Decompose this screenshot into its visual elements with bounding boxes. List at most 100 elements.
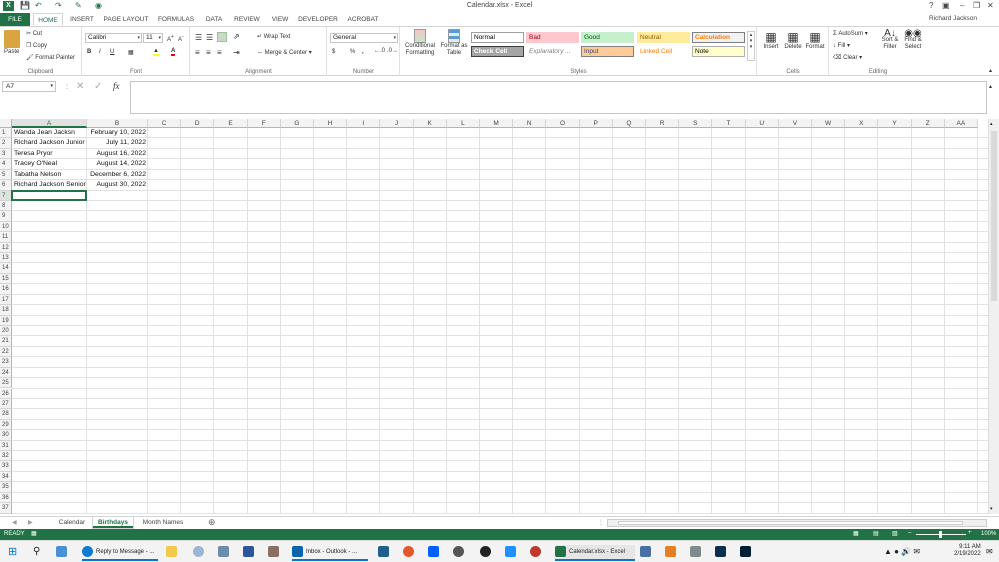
cell-style-check-cell[interactable]: Check Cell (471, 46, 524, 57)
cell-style-explanatory[interactable]: Explanatory ... (526, 46, 579, 57)
tab-review[interactable]: REVIEW (230, 13, 264, 26)
prev-sheet-icon[interactable]: ◀ (12, 519, 17, 526)
column-header-h[interactable]: H (314, 119, 348, 128)
cell-date[interactable]: August 16, 2022 (87, 149, 148, 159)
horizontal-scrollbar[interactable] (607, 519, 987, 527)
search-icon[interactable]: ⚲ (33, 545, 40, 559)
row-header[interactable]: 21 (0, 336, 12, 347)
fill-color-icon[interactable]: ▲ (153, 48, 159, 56)
increase-decimal-icon[interactable]: ←.0 (374, 48, 385, 54)
column-header-g[interactable]: G (280, 119, 314, 128)
cell-date[interactable]: February 10, 2022 (87, 128, 148, 138)
normal-view-icon[interactable]: ▦ (853, 530, 859, 537)
tab-page-layout[interactable]: PAGE LAYOUT (100, 13, 152, 26)
taskbar-app10[interactable] (690, 545, 704, 559)
taskbar-app6[interactable] (480, 545, 494, 559)
taskbar-app3[interactable] (378, 545, 392, 559)
cell-date[interactable]: August 14, 2022 (87, 159, 148, 169)
notifications-icon[interactable]: ✉ (986, 545, 993, 559)
row-header[interactable]: 18 (0, 305, 12, 316)
row-header[interactable]: 23 (0, 357, 12, 368)
font-family-select[interactable]: Calibri ▾ (85, 33, 142, 43)
taskbar-viewer[interactable] (218, 545, 232, 559)
bold-button[interactable]: B (87, 49, 91, 55)
row-header[interactable]: 15 (0, 273, 12, 285)
collapse-ribbon-icon[interactable]: ▴ (989, 67, 992, 74)
taskbar-app7[interactable] (505, 545, 519, 559)
row-header[interactable]: 10 (0, 221, 12, 233)
row-header[interactable]: 34 (0, 471, 12, 483)
column-header-m[interactable]: M (480, 119, 514, 128)
delete-cells-button[interactable]: ▦ Delete (784, 30, 802, 50)
column-header-c[interactable]: C (148, 119, 182, 128)
formula-input[interactable] (130, 81, 987, 114)
row-header[interactable]: 25 (0, 378, 12, 389)
merge-center-button[interactable]: ⇔ Merge & Center ▾ (257, 49, 312, 56)
row-header[interactable]: 29 (0, 419, 12, 431)
taskbar-explorer[interactable] (166, 545, 180, 559)
active-cell-a7[interactable] (11, 189, 87, 201)
tab-view[interactable]: VIEW (266, 13, 294, 26)
align-right-icon[interactable]: ≡ (217, 48, 222, 57)
sheet-tab-birthdays[interactable]: Birthdays (93, 517, 133, 528)
row-header[interactable]: 5 (0, 169, 12, 181)
shrink-font-icon[interactable]: A- (178, 34, 184, 43)
taskbar-dropbox[interactable] (428, 545, 442, 559)
row-header[interactable]: 28 (0, 409, 12, 420)
find-select-button[interactable]: ◉◉ Find & Select (902, 29, 924, 51)
taskbar-app8[interactable] (640, 545, 654, 559)
column-header-t[interactable]: T (712, 119, 746, 128)
cell-style-good[interactable]: Good (581, 32, 634, 43)
row-header[interactable]: 12 (0, 242, 12, 254)
zoom-slider[interactable] (916, 531, 966, 538)
sort-filter-button[interactable]: A↓ Sort & Filter (880, 29, 900, 51)
cell-style-input[interactable]: Input (581, 46, 634, 57)
row-header[interactable]: 20 (0, 325, 12, 337)
row-header[interactable]: 16 (0, 284, 12, 295)
indent-icon[interactable]: ⇥ (233, 48, 240, 57)
cell-style-note[interactable]: Note (692, 46, 745, 57)
format-painter-button[interactable]: 🖌 Format Painter (26, 54, 75, 61)
column-header-f[interactable]: F (247, 119, 281, 128)
autosum-button[interactable]: Σ AutoSum ▾ (833, 30, 868, 37)
column-header-s[interactable]: S (679, 119, 713, 128)
row-header[interactable]: 3 (0, 148, 12, 160)
insert-cells-button[interactable]: ▦ Insert (762, 30, 780, 50)
cut-button[interactable]: ✂ Cut (26, 30, 42, 37)
font-size-select[interactable]: 11 ▾ (143, 33, 163, 43)
zoom-thumb[interactable] (939, 531, 942, 538)
windows-start-icon[interactable]: ⊞ (8, 545, 17, 559)
help-icon[interactable]: ? (929, 1, 933, 10)
scroll-up-icon[interactable]: ▴ (990, 121, 993, 127)
row-header[interactable]: 19 (0, 315, 12, 326)
row-header[interactable]: 32 (0, 451, 12, 462)
cell-style-bad[interactable]: Bad (526, 32, 579, 43)
row-header[interactable]: 37 (0, 503, 12, 514)
clear-button[interactable]: ⌫ Clear ▾ (833, 54, 862, 61)
zoom-level[interactable]: 100% (981, 531, 996, 537)
percent-button[interactable]: % (350, 49, 355, 55)
row-header[interactable]: 36 (0, 492, 12, 504)
borders-icon[interactable]: ▦ (128, 49, 134, 56)
gallery-scroll[interactable]: ▴ ▾ ▾ (747, 31, 755, 61)
enter-icon[interactable]: ✓ (94, 81, 102, 92)
column-header-k[interactable]: K (413, 119, 447, 128)
user-name[interactable]: Richard Jackson (929, 15, 977, 22)
align-middle-icon[interactable]: ☰ (206, 33, 213, 42)
currency-button[interactable]: $ (332, 49, 335, 55)
column-header-i[interactable]: I (347, 119, 381, 128)
copy-button[interactable]: ❐ Copy (26, 42, 47, 49)
next-sheet-icon[interactable]: ▶ (28, 519, 33, 526)
taskbar-excel[interactable]: Calendar.xlsx - Excel (555, 545, 635, 561)
font-color-icon[interactable]: A (171, 48, 176, 56)
format-as-table-button[interactable]: Format as Table (439, 29, 469, 57)
paste-button[interactable]: Paste (4, 49, 19, 55)
zoom-in-icon[interactable]: + (968, 530, 972, 536)
orientation-icon[interactable]: ⇗ (233, 32, 240, 41)
h-scroll-thumb[interactable] (618, 521, 963, 525)
tray-icons[interactable]: ▲ ● 🔊 ✉ (884, 545, 920, 559)
cell-date[interactable]: July 11, 2022 (87, 138, 148, 148)
tab-acrobat[interactable]: ACROBAT (342, 13, 384, 26)
restore-icon[interactable]: ❐ (973, 1, 980, 10)
taskbar-word[interactable] (243, 545, 257, 559)
